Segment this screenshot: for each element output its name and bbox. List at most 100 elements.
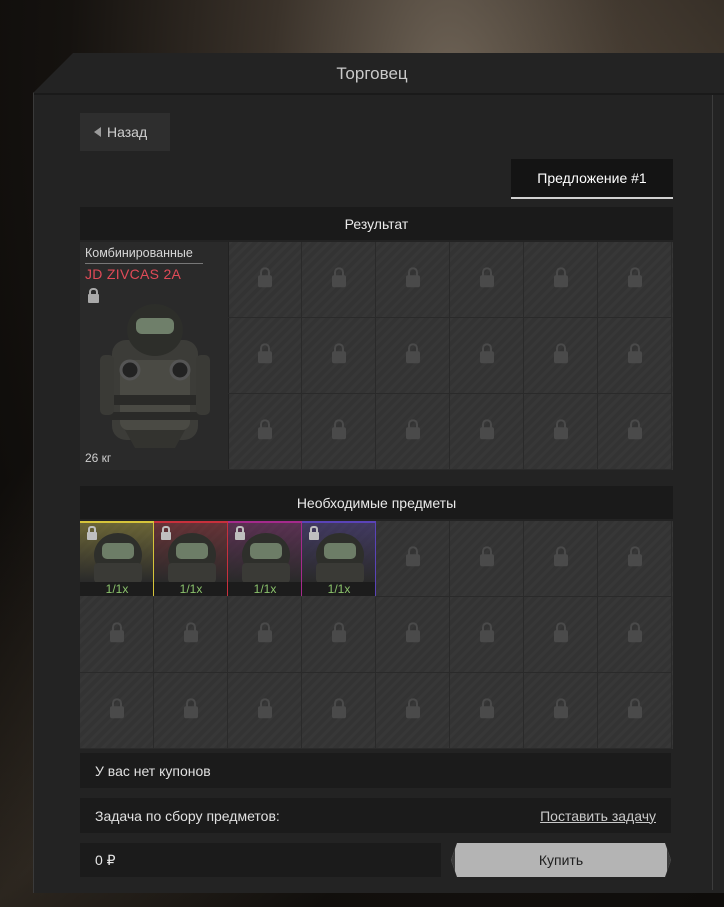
result-category-underline — [85, 263, 203, 264]
lock-icon — [235, 526, 245, 540]
locked-slot — [598, 242, 672, 318]
locked-slot — [450, 394, 524, 470]
locked-slot — [598, 318, 672, 394]
required-item[interactable]: 1/1x — [302, 521, 376, 596]
locked-slot — [302, 673, 376, 749]
locked-slot — [450, 318, 524, 394]
coupons-bar: У вас нет купонов — [80, 753, 671, 788]
back-button-label: Назад — [107, 124, 148, 140]
armor-helmet-image — [94, 533, 142, 583]
lock-icon — [87, 526, 97, 540]
window-title: Торговец — [336, 64, 408, 83]
tab-offer-1[interactable]: Предложение #1 — [511, 159, 673, 199]
lock-icon — [553, 418, 568, 439]
back-arrow-icon — [94, 127, 101, 137]
locked-slot — [154, 673, 228, 749]
lock-icon — [627, 342, 642, 363]
locked-slot — [376, 394, 450, 470]
lock-icon — [479, 697, 494, 718]
locked-slot — [524, 318, 598, 394]
trader-window: Торговец Назад Предложение #1 Результат … — [33, 53, 724, 893]
price-display: 0 ₽ — [80, 843, 441, 877]
lock-icon — [109, 697, 124, 718]
lock-icon — [405, 545, 420, 566]
required-item-qty: 1/1x — [80, 582, 153, 596]
lock-icon — [627, 418, 642, 439]
lock-icon — [479, 621, 494, 642]
lock-icon — [161, 526, 171, 540]
locked-slot — [228, 242, 302, 318]
header-divider — [34, 93, 724, 95]
lock-icon — [405, 697, 420, 718]
locked-slot — [302, 597, 376, 673]
buy-button-label: Купить — [538, 852, 584, 868]
locked-slot — [376, 318, 450, 394]
lock-icon — [257, 342, 272, 363]
lock-icon — [553, 545, 568, 566]
armor-suit-image — [100, 304, 210, 448]
armor-helmet-image — [168, 533, 216, 583]
required-item-qty: 1/1x — [302, 582, 375, 596]
lock-icon — [331, 418, 346, 439]
lock-icon — [309, 526, 319, 540]
lock-icon — [627, 266, 642, 287]
result-item-card[interactable]: Комбинированные JD ZIVCAS 2A 26 кг — [80, 242, 229, 470]
required-item[interactable]: 1/1x — [228, 521, 302, 596]
locked-slot — [302, 394, 376, 470]
task-bar: Задача по сбору предметов: Поставить зад… — [80, 798, 671, 833]
lock-icon — [331, 621, 346, 642]
set-task-link[interactable]: Поставить задачу — [540, 808, 656, 824]
locked-slot — [376, 521, 450, 597]
lock-icon — [553, 697, 568, 718]
lock-icon — [479, 266, 494, 287]
lock-icon — [479, 418, 494, 439]
scrollbar-track — [712, 95, 713, 890]
lock-icon — [331, 342, 346, 363]
lock-icon — [331, 266, 346, 287]
required-item-qty: 1/1x — [154, 582, 227, 596]
locked-slot — [598, 521, 672, 597]
locked-slot — [154, 597, 228, 673]
required-grid: 1/1x 1/1x 1/1x 1/1x — [80, 521, 673, 749]
lock-icon — [405, 418, 420, 439]
locked-slot — [376, 673, 450, 749]
locked-slot — [524, 242, 598, 318]
locked-slot — [228, 318, 302, 394]
lock-icon — [405, 266, 420, 287]
required-item[interactable]: 1/1x — [154, 521, 228, 596]
lock-icon — [553, 266, 568, 287]
locked-slot — [80, 597, 154, 673]
lock-icon — [479, 342, 494, 363]
lock-icon — [257, 621, 272, 642]
locked-slot — [598, 394, 672, 470]
locked-slot — [228, 394, 302, 470]
buy-button[interactable]: Купить — [451, 843, 671, 877]
lock-icon — [257, 266, 272, 287]
locked-slot — [524, 673, 598, 749]
locked-slot — [450, 597, 524, 673]
lock-icon — [183, 621, 198, 642]
lock-icon — [627, 621, 642, 642]
lock-icon — [257, 418, 272, 439]
locked-slot — [450, 521, 524, 597]
locked-slot — [228, 673, 302, 749]
lock-icon — [109, 621, 124, 642]
result-grid: Комбинированные JD ZIVCAS 2A 26 кг — [80, 242, 673, 470]
locked-slot — [598, 597, 672, 673]
required-item[interactable]: 1/1x — [80, 521, 154, 596]
lock-icon — [553, 342, 568, 363]
back-button[interactable]: Назад — [80, 113, 170, 151]
result-header: Результат — [80, 207, 673, 240]
locked-slot — [450, 242, 524, 318]
locked-slot — [450, 673, 524, 749]
coupons-text: У вас нет купонов — [95, 762, 211, 779]
lock-icon — [183, 697, 198, 718]
locked-slot — [302, 242, 376, 318]
locked-slot — [376, 597, 450, 673]
lock-icon — [627, 697, 642, 718]
result-item-name: JD ZIVCAS 2A — [85, 266, 182, 282]
lock-icon — [331, 697, 346, 718]
lock-icon — [627, 545, 642, 566]
result-item-category: Комбинированные — [85, 246, 193, 260]
task-label: Задача по сбору предметов: — [95, 807, 280, 824]
